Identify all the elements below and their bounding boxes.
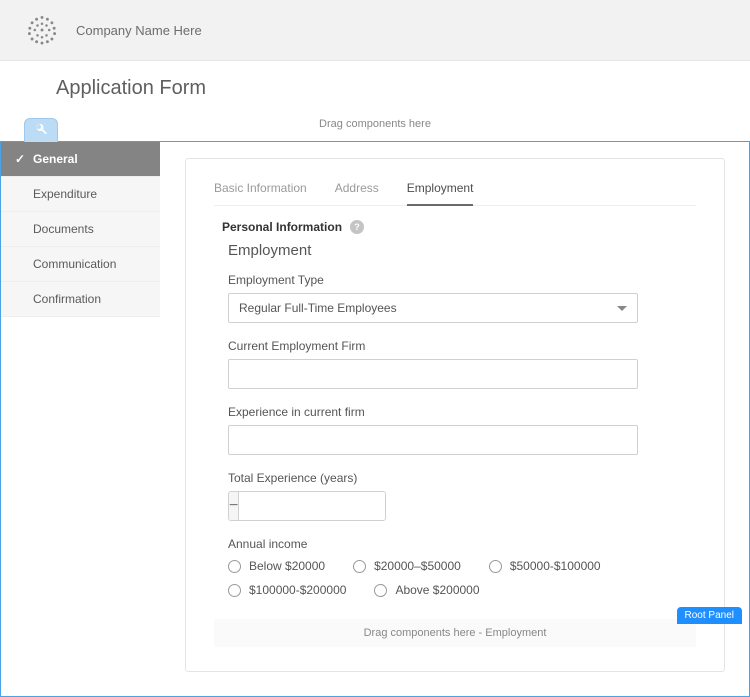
radio-icon [374,584,387,597]
sidebar-item-general[interactable]: ✓ General [1,142,160,177]
canvas-toolbar: Drag components here [0,114,750,142]
check-icon: ✓ [15,152,25,166]
sidebar-item-confirmation[interactable]: Confirmation [1,282,160,317]
radio-label: Above $200000 [395,583,479,597]
drop-hint-top: Drag components here [0,118,750,130]
sidebar-item-documents[interactable]: Documents [1,212,160,247]
sidebar-item-label: General [33,152,78,166]
radio-icon [228,584,241,597]
radio-icon [353,560,366,573]
stepper-minus-button[interactable]: − [229,492,239,520]
info-icon[interactable]: ? [350,220,364,234]
form-canvas: ✓ General Expenditure Documents Communic… [0,142,750,697]
page-title: Application Form [0,61,750,114]
field-total-experience: Total Experience (years) − + [228,471,696,521]
radio-option[interactable]: Above $200000 [374,583,479,597]
select-value: Regular Full-Time Employees [239,301,397,315]
stepper-value-input[interactable] [239,492,386,520]
wizard-sidebar: ✓ General Expenditure Documents Communic… [1,142,161,696]
tab-strip: Basic Information Address Employment [214,175,696,206]
sidebar-item-label: Expenditure [33,187,97,201]
annual-income-radio-group: Below $20000 $20000–$50000 $50000-$10000… [228,559,696,597]
radio-label: $100000-$200000 [249,583,346,597]
radio-label: $20000–$50000 [374,559,461,573]
main-area: Basic Information Address Employment Per… [161,142,749,696]
experience-current-input[interactable] [228,425,638,455]
root-panel-button[interactable]: Root Panel [677,607,742,624]
sidebar-item-expenditure[interactable]: Expenditure [1,177,160,212]
subsection-title: Employment [228,242,696,259]
company-logo-icon [24,12,60,48]
company-name: Company Name Here [76,23,202,38]
total-experience-stepper: − + [228,491,386,521]
radio-label: Below $20000 [249,559,325,573]
form-panel: Basic Information Address Employment Per… [185,158,725,672]
employment-type-select[interactable]: Regular Full-Time Employees [228,293,638,323]
sidebar-item-label: Communication [33,257,116,271]
field-experience-current: Experience in current firm [228,405,696,455]
radio-label: $50000-$100000 [510,559,601,573]
section-header: Personal Information ? [222,220,696,234]
radio-option[interactable]: Below $20000 [228,559,325,573]
chevron-down-icon [617,306,627,311]
sidebar-item-communication[interactable]: Communication [1,247,160,282]
field-label: Employment Type [228,273,696,287]
radio-icon [489,560,502,573]
radio-option[interactable]: $50000-$100000 [489,559,601,573]
field-label: Annual income [228,537,696,551]
radio-icon [228,560,241,573]
radio-option[interactable]: $20000–$50000 [353,559,461,573]
tab-basic-information[interactable]: Basic Information [214,175,307,205]
drop-hint-inner: Drag components here - Employment [214,619,696,647]
field-annual-income: Annual income Below $20000 $20000–$50000… [228,537,696,597]
field-label: Total Experience (years) [228,471,696,485]
current-firm-input[interactable] [228,359,638,389]
radio-option[interactable]: $100000-$200000 [228,583,346,597]
field-current-firm: Current Employment Firm [228,339,696,389]
tab-employment[interactable]: Employment [407,175,474,205]
section-title: Personal Information [222,220,342,234]
field-label: Experience in current firm [228,405,696,419]
sidebar-item-label: Confirmation [33,292,101,306]
tab-address[interactable]: Address [335,175,379,205]
sidebar-item-label: Documents [33,222,94,236]
app-header: Company Name Here [0,0,750,61]
field-employment-type: Employment Type Regular Full-Time Employ… [228,273,696,323]
field-label: Current Employment Firm [228,339,696,353]
